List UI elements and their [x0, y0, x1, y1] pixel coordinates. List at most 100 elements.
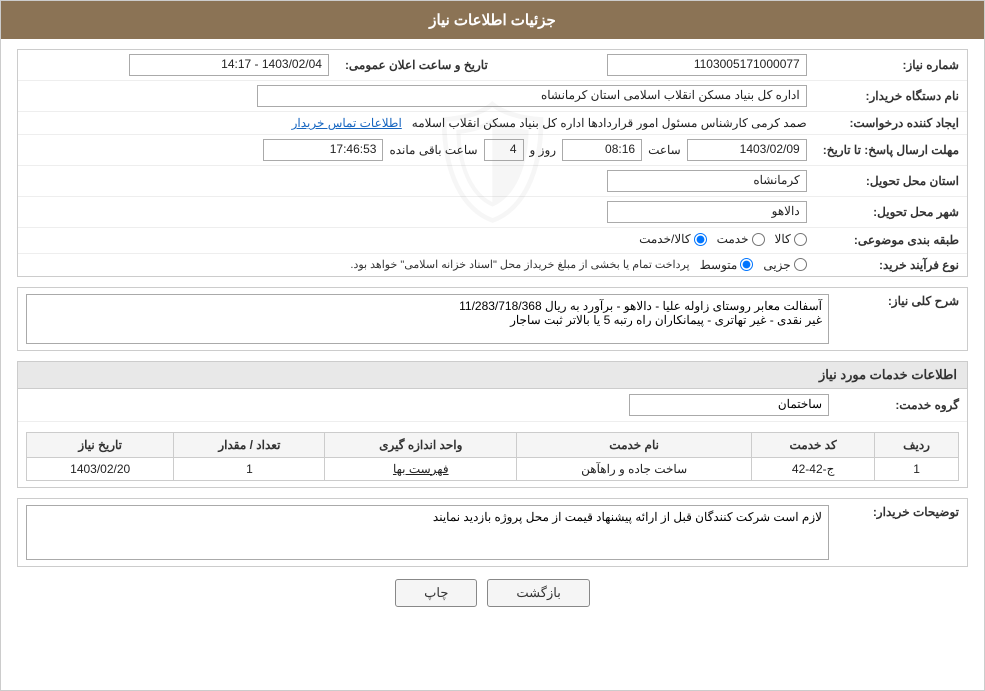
table-row: شماره نیاز: 1103005171000077 تاریخ و ساع… [18, 50, 967, 81]
buyer-notes-section: توضیحات خریدار: لازم است شرکت کنندگان قب… [17, 498, 968, 567]
page-header: جزئیات اطلاعات نیاز [1, 1, 984, 39]
category-radio-kala: کالا [775, 232, 807, 246]
description-row: شرح کلی نیاز: آسفالت معابر روستای زاوله … [18, 288, 967, 350]
col-header-need-date: تاریخ نیاز [27, 432, 174, 457]
category-radio-group: کالا خدمت کالا/خدمت [639, 232, 807, 246]
print-button[interactable]: چاپ [395, 579, 477, 607]
process-row: جزیی متوسط پرداخت تمام یا بخشی از مبلغ خ… [26, 258, 807, 272]
table-row: مهلت ارسال پاسخ: تا تاریخ: 1403/02/09 سا… [18, 135, 967, 166]
page-wrapper: جزئیات اطلاعات نیاز 🛡 شماره نیاز: 110300… [0, 0, 985, 691]
category-radio-khedmat: خدمت [717, 232, 765, 246]
table-row: ایجاد کننده درخواست: صمد کرمی کارشناس مس… [18, 112, 967, 135]
need-number-label: شماره نیاز: [815, 50, 967, 81]
table-row: طبقه بندی موضوعی: کالا خدمت [18, 228, 967, 254]
process-radio-jozi: جزیی [763, 258, 806, 272]
service-section-title: اطلاعات خدمات مورد نیاز [18, 362, 967, 389]
cell-quantity: 1 [174, 457, 325, 480]
services-section: اطلاعات خدمات مورد نیاز گروه خدمت: ساختم… [17, 361, 968, 488]
send-date-value: 1403/02/09 [687, 139, 807, 161]
col-header-service-name: نام خدمت [517, 432, 752, 457]
remaining-label: ساعت باقی مانده [389, 143, 477, 157]
category-radio-khedmat-input[interactable] [752, 233, 765, 246]
cell-unit[interactable]: فهرست بها [325, 457, 517, 480]
description-section: شرح کلی نیاز: آسفالت معابر روستای زاوله … [17, 287, 968, 351]
buyer-notes-value: لازم است شرکت کنندگان قبل از ارائه پیشنه… [26, 505, 829, 560]
send-date-label: مهلت ارسال پاسخ: تا تاریخ: [815, 135, 967, 166]
table-row: نام دستگاه خریدار: اداره کل بنیاد مسکن ا… [18, 81, 967, 112]
cell-service-name: ساخت جاده و راهآهن [517, 457, 752, 480]
col-header-service-code: کد خدمت [752, 432, 875, 457]
province-label: استان محل تحویل: [815, 166, 967, 197]
province-value-cell: کرمانشاه [18, 166, 815, 197]
send-time-label: ساعت [648, 143, 681, 157]
process-label: نوع فرآیند خرید: [815, 253, 967, 276]
col-header-row-num: ردیف [875, 432, 959, 457]
creator-link[interactable]: اطلاعات تماس خریدار [292, 116, 402, 130]
services-table: ردیف کد خدمت نام خدمت واحد اندازه گیری ت… [26, 432, 959, 481]
buttons-row: بازگشت چاپ [17, 579, 968, 607]
category-kala-label: کالا [775, 232, 791, 246]
category-radio-both-input[interactable] [694, 233, 707, 246]
announce-value-cell: 1403/02/04 - 14:17 [18, 50, 337, 81]
buyer-notes-label: توضیحات خریدار: [829, 505, 959, 519]
services-table-body: 1 ج-42-42 ساخت جاده و راهآهن فهرست بها 1… [27, 457, 959, 480]
buyer-org-value: اداره کل بنیاد مسکن انقلاب اسلامی استان … [257, 85, 807, 107]
buyer-notes-row: توضیحات خریدار: لازم است شرکت کنندگان قب… [18, 499, 967, 566]
category-both-label: کالا/خدمت [639, 232, 690, 246]
table-row: نوع فرآیند خرید: جزیی متوسط پرداخت ت [18, 253, 967, 276]
page-title: جزئیات اطلاعات نیاز [429, 12, 556, 29]
description-label: شرح کلی نیاز: [829, 294, 959, 308]
announce-label: تاریخ و ساعت اعلان عمومی: [337, 50, 496, 81]
creator-value: صمد کرمی کارشناس مسئول امور قراردادها اد… [412, 116, 807, 130]
services-table-wrapper: ردیف کد خدمت نام خدمت واحد اندازه گیری ت… [18, 422, 967, 487]
process-radio-motovaset-input[interactable] [740, 258, 753, 271]
process-options: جزیی متوسط پرداخت تمام یا بخشی از مبلغ خ… [18, 253, 815, 276]
process-jozi-label: جزیی [763, 258, 790, 272]
category-khedmat-label: خدمت [717, 232, 749, 246]
description-value-area: آسفالت معابر روستای زاوله علیا - دالاهو … [26, 294, 829, 344]
creator-label: ایجاد کننده درخواست: [815, 112, 967, 135]
main-content: 🛡 شماره نیاز: 1103005171000077 تاریخ و س… [1, 39, 984, 629]
buyer-notes-area: لازم است شرکت کنندگان قبل از ارائه پیشنه… [26, 505, 829, 560]
col-header-quantity: تعداد / مقدار [174, 432, 325, 457]
buyer-org-label: نام دستگاه خریدار: [815, 81, 967, 112]
creator-value-cell: صمد کرمی کارشناس مسئول امور قراردادها اد… [18, 112, 815, 135]
remaining-value: 17:46:53 [263, 139, 383, 161]
services-table-head: ردیف کد خدمت نام خدمت واحد اندازه گیری ت… [27, 432, 959, 457]
process-radio-jozi-input[interactable] [794, 258, 807, 271]
description-value: آسفالت معابر روستای زاوله علیا - دالاهو … [26, 294, 829, 344]
days-label: روز و [530, 143, 557, 157]
province-value: کرمانشاه [607, 170, 807, 192]
process-motovaset-label: متوسط [700, 258, 738, 272]
info-section-top: 🛡 شماره نیاز: 1103005171000077 تاریخ و س… [17, 49, 968, 277]
need-number-value: 1103005171000077 [607, 54, 807, 76]
cell-need-date: 1403/02/20 [27, 457, 174, 480]
send-date-row: 1403/02/09 ساعت 08:16 روز و 4 ساعت باقی … [18, 135, 815, 166]
table-row: شهر محل تحویل: دالاهو [18, 197, 967, 228]
process-radio-motovaset: متوسط [700, 258, 754, 272]
service-group-value: ساختمان [629, 394, 829, 416]
city-value: دالاهو [607, 201, 807, 223]
category-radio-kala-input[interactable] [794, 233, 807, 246]
category-label: طبقه بندی موضوعی: [815, 228, 967, 254]
datetime-row: 1403/02/09 ساعت 08:16 روز و 4 ساعت باقی … [26, 139, 807, 161]
service-group-row: گروه خدمت: ساختمان [18, 389, 967, 422]
city-label: شهر محل تحویل: [815, 197, 967, 228]
need-number-value-cell: 1103005171000077 [496, 50, 815, 81]
process-note: پرداخت تمام یا بخشی از مبلغ خریداز محل "… [350, 258, 689, 271]
col-header-unit: واحد اندازه گیری [325, 432, 517, 457]
back-button[interactable]: بازگشت [487, 579, 589, 607]
service-group-label: گروه خدمت: [829, 398, 959, 412]
category-radio-both: کالا/خدمت [639, 232, 706, 246]
send-time-value: 08:16 [562, 139, 642, 161]
city-value-cell: دالاهو [18, 197, 815, 228]
table-row: 1 ج-42-42 ساخت جاده و راهآهن فهرست بها 1… [27, 457, 959, 480]
announce-value: 1403/02/04 - 14:17 [129, 54, 329, 76]
table-row: استان محل تحویل: کرمانشاه [18, 166, 967, 197]
table-header-row: ردیف کد خدمت نام خدمت واحد اندازه گیری ت… [27, 432, 959, 457]
category-options: کالا خدمت کالا/خدمت [18, 228, 815, 254]
info-table: شماره نیاز: 1103005171000077 تاریخ و ساع… [18, 50, 967, 276]
buyer-org-value-cell: اداره کل بنیاد مسکن انقلاب اسلامی استان … [18, 81, 815, 112]
days-value: 4 [484, 139, 524, 161]
cell-row-num: 1 [875, 457, 959, 480]
